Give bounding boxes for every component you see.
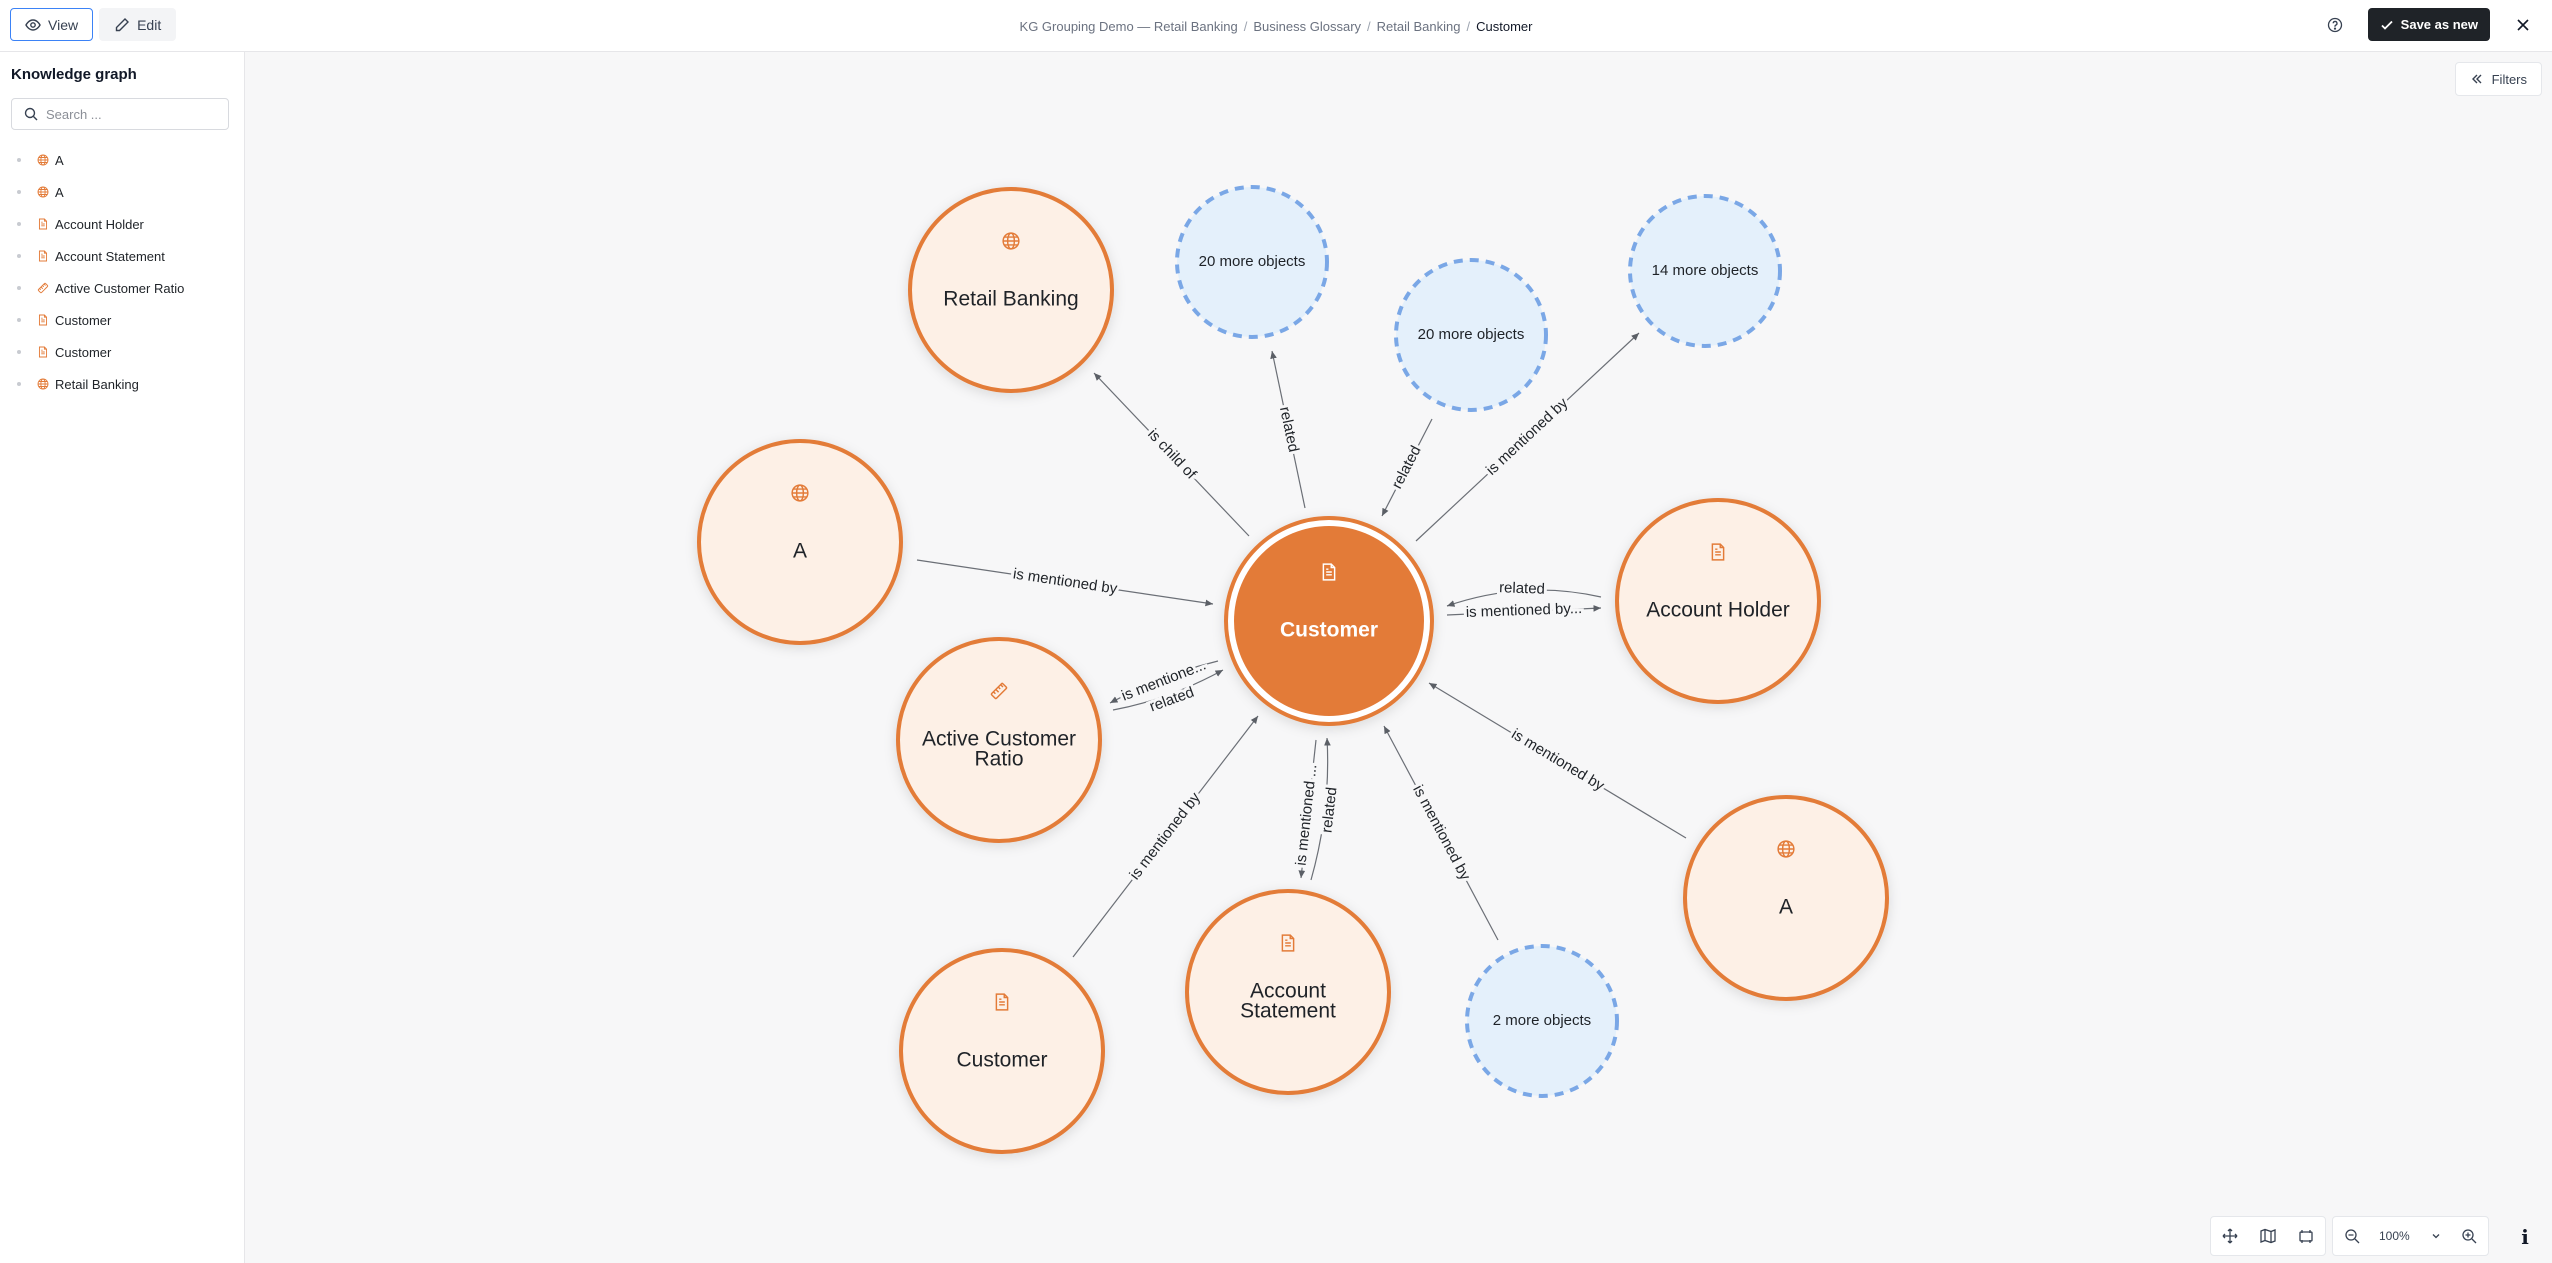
breadcrumb-item-retail-banking[interactable]: Retail Banking [1377,19,1461,34]
document-icon [36,249,50,263]
tree-item-label: Active Customer Ratio [55,280,185,296]
document-icon [36,313,50,327]
globe-icon [36,153,50,167]
tree-item[interactable]: A [0,176,245,208]
sidebar-title: Knowledge graph [11,66,137,83]
view-button-label: View [48,16,79,33]
tree-item[interactable]: Customer [0,336,245,368]
tree-bullet [17,382,21,386]
tree-item-label: A [55,184,64,200]
tree-bullet [17,190,21,194]
ruler-icon [36,281,50,295]
tree-item-label: Account Holder [55,216,144,232]
help-icon [2327,17,2342,32]
close-icon [2517,18,2529,31]
tree-item[interactable]: Account Statement [0,240,245,272]
zoom-level-select[interactable]: 100% [2371,1217,2450,1255]
tree-bullet [17,222,21,226]
tree-item-label: Retail Banking [55,376,139,392]
graph-canvas[interactable]: Filters [245,52,2552,1263]
filters-label: Filters [2491,71,2527,87]
check-icon [2381,20,2393,30]
filters-button[interactable]: Filters [2454,62,2542,96]
info-icon: i [2521,1225,2529,1249]
breadcrumb: KG Grouping Demo — Retail Banking / Busi… [0,0,2552,52]
minimap-button[interactable] [2249,1217,2287,1255]
map-icon [2260,1228,2276,1244]
mode-toggle: View Edit [10,8,177,41]
layout-button[interactable] [2287,1217,2325,1255]
zoom-in-icon [2462,1229,2477,1244]
view-tools [2210,1216,2326,1256]
breadcrumb-item-glossary[interactable]: Business Glossary [1253,19,1361,34]
tree-bullet [17,254,21,258]
zoom-in-button[interactable] [2450,1217,2488,1255]
tree-item[interactable]: Customer [0,304,245,336]
tree-item-label: Customer [55,344,112,360]
tree-item[interactable]: Active Customer Ratio [0,272,245,304]
breadcrumb-separator: / [1466,18,1471,34]
zoom-out-icon [2345,1229,2360,1244]
document-icon [36,345,50,359]
tree-bullet [17,318,21,322]
edit-button-label: Edit [137,16,162,33]
search-icon [24,107,38,121]
breadcrumb-root[interactable]: KG Grouping Demo — Retail Banking [1020,19,1238,34]
save-as-new-button[interactable]: Save as new [2367,8,2490,41]
close-button[interactable] [2508,10,2538,40]
tree-bullet [17,286,21,290]
move-icon [2222,1228,2238,1244]
help-button[interactable] [2320,10,2350,40]
tree-item[interactable]: Retail Banking [0,368,245,400]
zoom-tools: 100% [2332,1216,2489,1256]
zoom-out-button[interactable] [2333,1217,2371,1255]
sidebar: Knowledge graph AA Account Holder Account … [0,52,245,1263]
breadcrumb-separator: / [1367,18,1371,34]
frame-icon [2299,1230,2313,1243]
tree-item-label: A [55,152,64,168]
search-box[interactable] [11,98,229,130]
tree-item[interactable]: Account Holder [0,208,245,240]
canvas-toolbar: 100% [2210,1216,2489,1256]
tree-list: A A Account Holder Account Statement Active … [0,144,245,400]
tree-item[interactable]: A [0,144,245,176]
zoom-level-value: 100% [2379,1229,2410,1243]
tree-bullet [17,350,21,354]
tree-item-label: Customer [55,312,112,328]
tree-bullet [17,158,21,162]
eye-icon [25,18,41,31]
top-right-actions: Save as new [2320,8,2538,41]
double-chevron-left-icon [2471,74,2482,84]
globe-icon [36,185,50,199]
search-input[interactable] [46,106,216,122]
fit-view-button[interactable] [2211,1217,2249,1255]
document-icon [36,217,50,231]
info-button[interactable]: i [2508,1220,2542,1254]
chevron-down-icon [2432,1234,2440,1239]
globe-icon [36,377,50,391]
breadcrumb-separator: / [1243,18,1248,34]
save-as-new-label: Save as new [2400,17,2478,32]
breadcrumb-current: Customer [1476,18,1533,34]
edit-button[interactable]: Edit [99,8,177,41]
pencil-icon [115,17,130,31]
tree-item-label: Account Statement [55,248,165,264]
top-bar: View Edit KG Grouping Demo — Retail Bank… [0,0,2552,52]
view-button[interactable]: View [10,8,94,41]
